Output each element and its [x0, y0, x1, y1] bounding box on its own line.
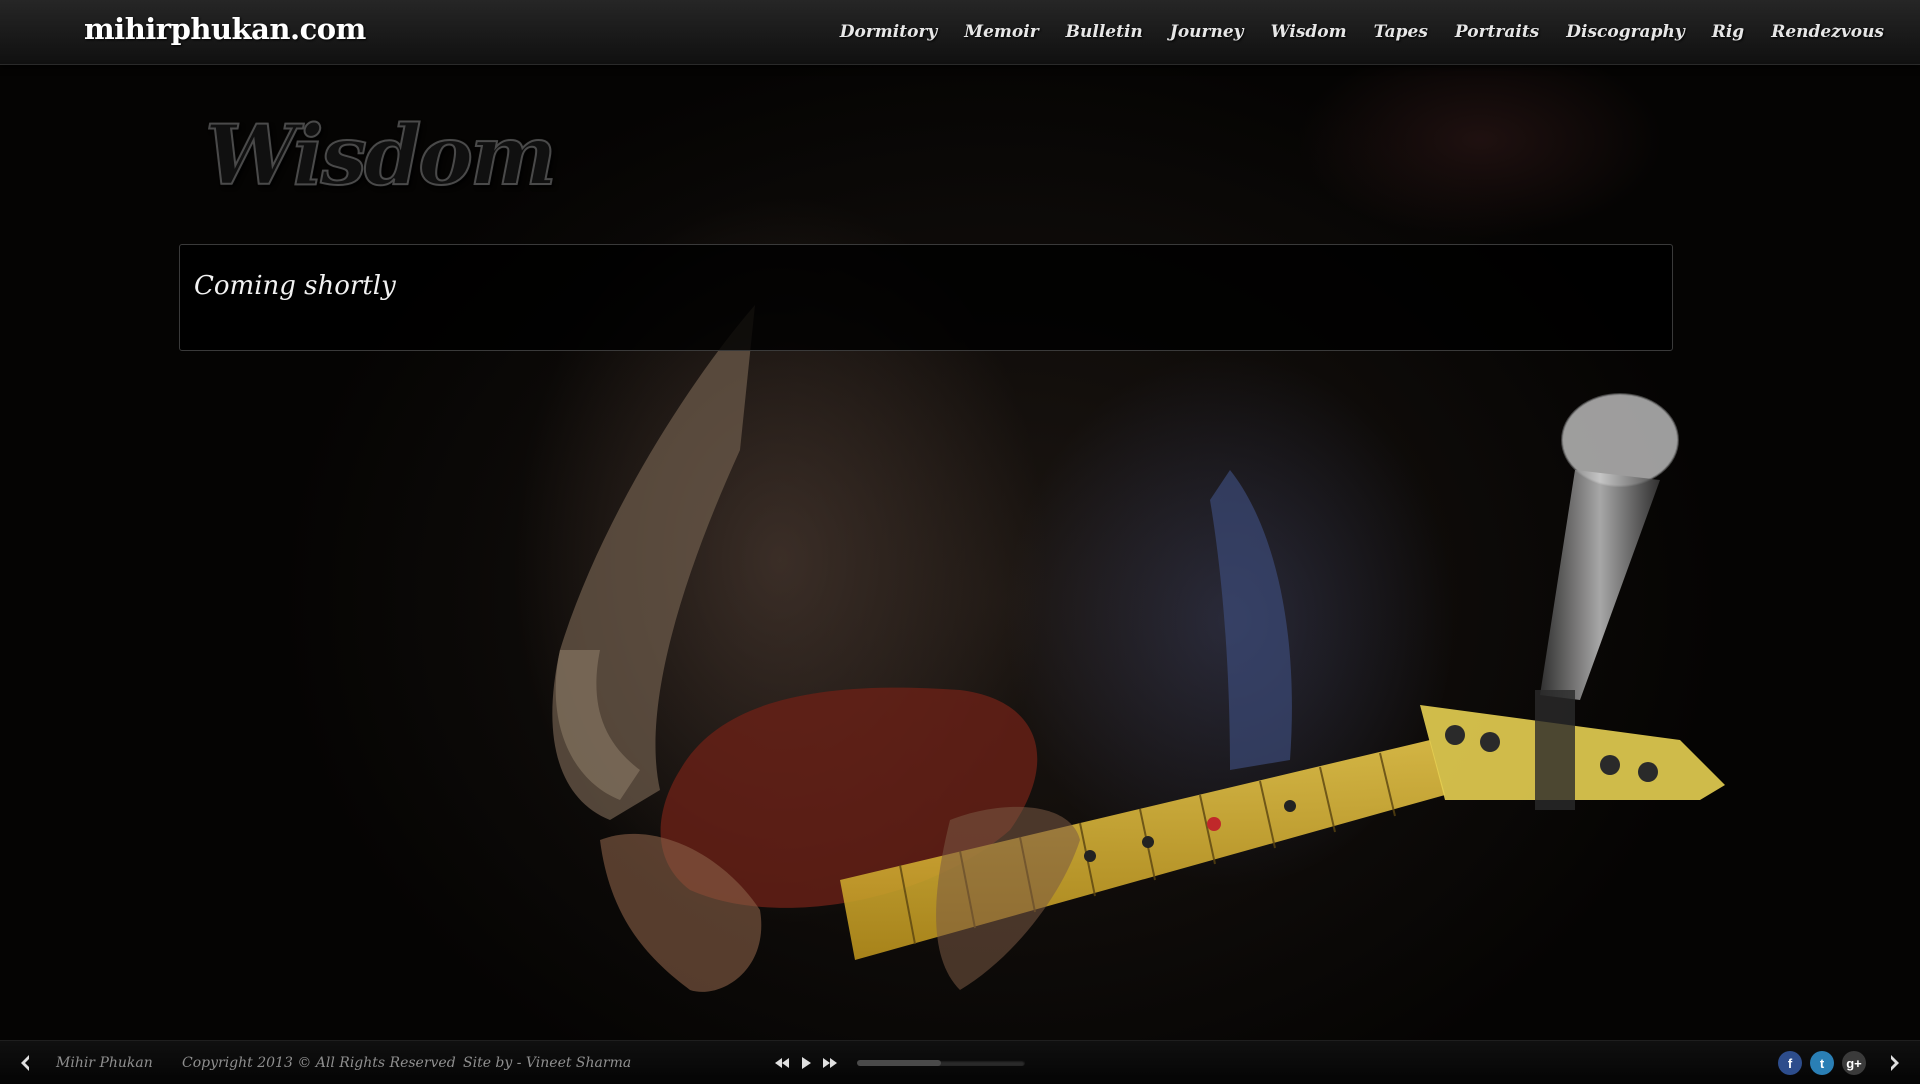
player-progress-fill — [857, 1060, 941, 1066]
nav-rendezvous[interactable]: Rendezvous — [1771, 22, 1884, 42]
content-panel: Coming shortly — [179, 244, 1673, 351]
nav-bulletin[interactable]: Bulletin — [1066, 22, 1143, 42]
top-navigation-bar: mihirphukan.com Dormitory Memoir Bulleti… — [0, 0, 1920, 65]
twitter-icon[interactable]: t — [1810, 1051, 1834, 1075]
nav-portraits[interactable]: Portraits — [1455, 22, 1539, 42]
footer-copyright: Copyright 2013 © All Rights Reserved — [182, 1055, 456, 1071]
nav-dormitory[interactable]: Dormitory — [840, 22, 938, 42]
nav-tapes[interactable]: Tapes — [1374, 22, 1428, 42]
site-logo[interactable]: mihirphukan.com — [84, 12, 366, 46]
footer-name: Mihir Phukan — [56, 1055, 153, 1071]
nav-wisdom[interactable]: Wisdom — [1271, 22, 1347, 42]
previous-arrow-icon[interactable] — [14, 1051, 36, 1075]
page: mihirphukan.com Dormitory Memoir Bulleti… — [0, 0, 1920, 1084]
main-nav: Dormitory Memoir Bulletin Journey Wisdom… — [840, 0, 1884, 64]
nav-memoir[interactable]: Memoir — [964, 22, 1038, 42]
audio-player — [773, 1053, 1025, 1073]
facebook-icon[interactable]: f — [1778, 1051, 1802, 1075]
google-plus-icon[interactable]: g+ — [1842, 1051, 1866, 1075]
nav-rig[interactable]: Rig — [1712, 22, 1744, 42]
fast-forward-icon[interactable] — [821, 1054, 839, 1072]
play-icon[interactable] — [797, 1054, 815, 1072]
rewind-icon[interactable] — [773, 1054, 791, 1072]
page-title: Wisdom — [204, 107, 558, 205]
player-progress-bar[interactable] — [857, 1060, 1025, 1066]
social-links: f t g+ — [1778, 1051, 1866, 1075]
footer-credit[interactable]: Site by - Vineet Sharma — [463, 1041, 631, 1084]
content-text: Coming shortly — [194, 271, 396, 301]
next-arrow-icon[interactable] — [1884, 1051, 1906, 1075]
nav-journey[interactable]: Journey — [1170, 22, 1244, 42]
footer-bar: Mihir Phukan Copyright 2013 © All Rights… — [0, 1040, 1920, 1084]
nav-discography[interactable]: Discography — [1566, 22, 1684, 42]
